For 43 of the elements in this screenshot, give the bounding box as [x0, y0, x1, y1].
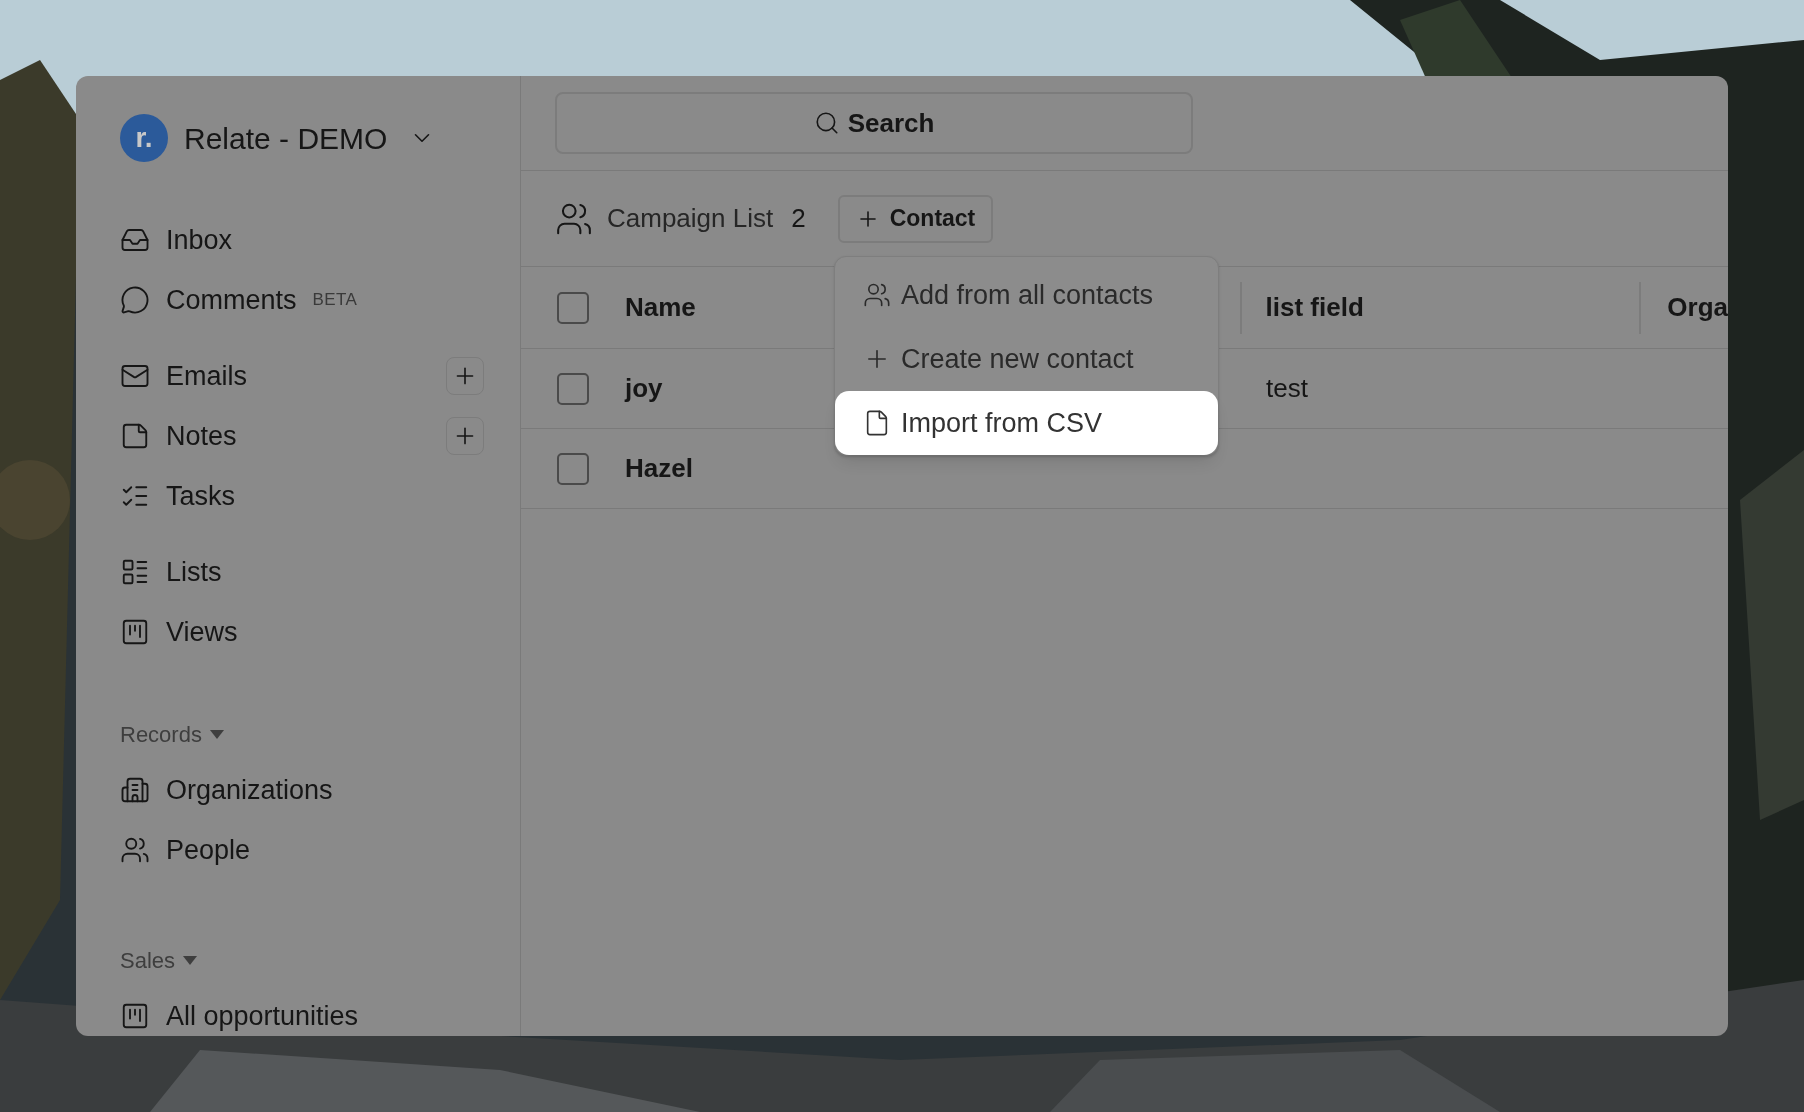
column-header[interactable]: list field — [1265, 288, 1364, 327]
workspace-avatar: r. — [120, 114, 168, 162]
menu-item[interactable]: Import from CSV — [835, 391, 1218, 455]
caret-down-icon[interactable] — [209, 729, 224, 739]
sidebar-item[interactable]: Inbox — [120, 219, 484, 261]
add-contact-button[interactable]: Contact — [837, 194, 994, 243]
table-cell: test — [1266, 373, 1308, 403]
checkbox[interactable] — [556, 291, 589, 324]
sidebar-item[interactable]: All opportunities — [120, 995, 484, 1036]
section-heading[interactable]: Sales — [120, 943, 176, 977]
sidebar-item[interactable]: Views — [120, 611, 484, 653]
sidebar-item[interactable]: Emails — [120, 355, 446, 397]
sidebar-item[interactable]: Organizations — [120, 769, 484, 811]
board-icon — [120, 1001, 150, 1031]
checkbox[interactable] — [557, 372, 589, 405]
workspace-name[interactable]: Relate - DEMO — [184, 115, 388, 161]
sidebar-item[interactable]: Notes — [120, 415, 446, 457]
column-header[interactable]: Name — [624, 288, 696, 327]
column-header[interactable]: Orga — [1667, 292, 1728, 322]
table-cell: joy — [625, 373, 663, 403]
people-icon — [120, 835, 150, 865]
sidebar-item[interactable]: Comments BETA — [120, 279, 484, 321]
list-title: Campaign List — [607, 202, 774, 235]
sidebar-item[interactable]: Tasks — [120, 475, 484, 517]
sidebar-item[interactable]: People — [120, 829, 484, 871]
search-button[interactable]: Search — [555, 92, 1193, 154]
checkbox[interactable] — [557, 452, 589, 485]
sidebar-item[interactable]: Lists — [120, 551, 484, 593]
speech-bubble-icon — [120, 285, 150, 315]
add-button[interactable] — [446, 417, 484, 455]
list-count: 2 — [791, 202, 806, 235]
board-icon — [120, 617, 150, 647]
beta-label: BETA — [312, 289, 358, 312]
building-icon — [120, 775, 150, 805]
menu-item[interactable]: Add from all contacts — [835, 263, 1218, 327]
list-icon — [120, 557, 150, 587]
section-heading[interactable]: Records — [120, 717, 202, 751]
people-icon — [863, 281, 891, 309]
add-button[interactable] — [446, 357, 484, 395]
menu-item[interactable]: Create new contact — [835, 327, 1218, 391]
table-cell: Hazel — [625, 453, 693, 483]
caret-down-icon[interactable] — [183, 955, 198, 965]
note-icon — [120, 421, 150, 451]
